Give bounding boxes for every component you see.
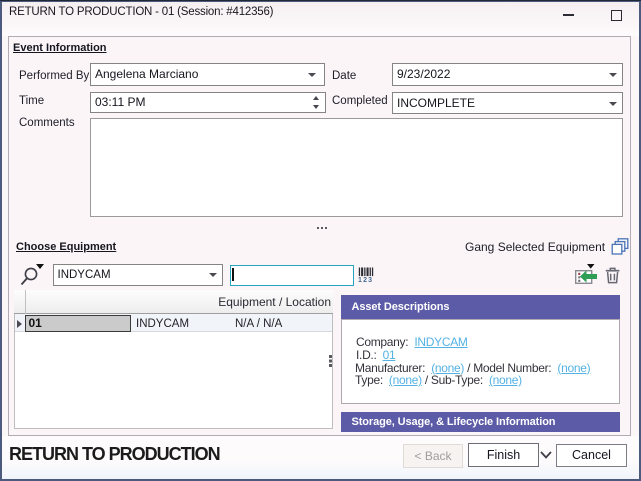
svg-text:123: 123 [358, 277, 373, 284]
